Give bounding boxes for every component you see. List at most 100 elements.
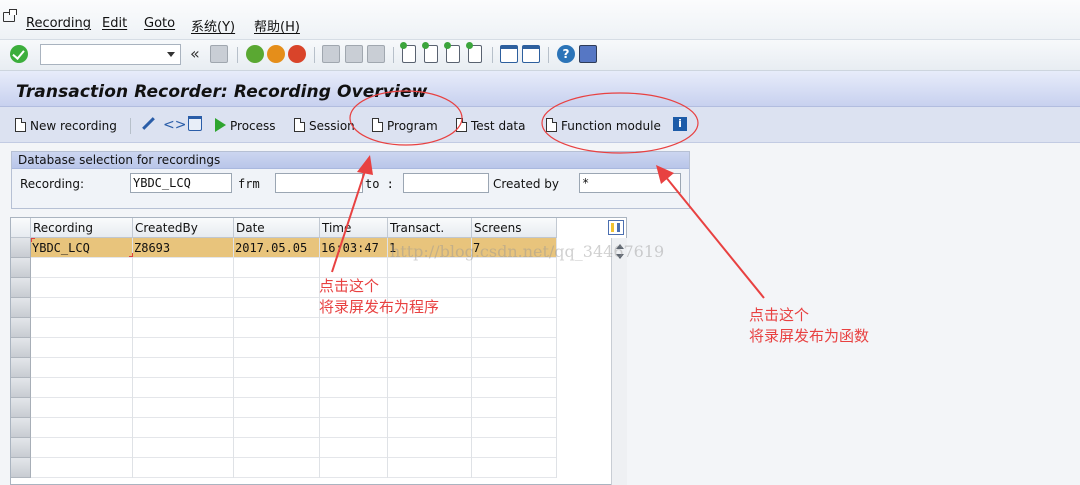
menu-help[interactable]: 帮助(H) [254,16,300,35]
table-cell-time[interactable]: 16:03:47 [320,238,388,258]
table-cell-recording[interactable] [31,278,133,298]
row-selector[interactable] [11,418,31,438]
table-cell-date[interactable]: 2017.05.05 [234,238,320,258]
test-data-button[interactable]: Test data [456,117,525,135]
table-row[interactable] [31,258,557,278]
menu-system[interactable]: 系统(Y) [191,16,235,35]
from-date-input[interactable] [275,173,363,193]
row-selector[interactable] [11,278,31,298]
edit-pencil-icon[interactable] [142,117,155,130]
function-module-button[interactable]: Function module [546,117,661,135]
table-cell-screens[interactable] [472,438,557,458]
table-cell-date[interactable] [234,258,320,278]
column-header-time[interactable]: Time [320,218,388,238]
table-cell-recording[interactable] [31,438,133,458]
next-page-icon[interactable] [444,42,460,63]
table-cell-created-by[interactable] [133,318,234,338]
program-button[interactable]: Program [372,117,438,135]
table-cell-screens[interactable] [472,458,557,478]
table-cell-time[interactable] [320,438,388,458]
table-cell-time[interactable] [320,258,388,278]
last-page-icon[interactable] [466,42,482,63]
select-all-header[interactable] [11,218,31,238]
table-cell-time[interactable] [320,358,388,378]
vertical-scrollbar[interactable] [611,238,627,485]
table-cell-date[interactable] [234,398,320,418]
previous-page-icon[interactable] [422,42,438,63]
table-cell-created-by[interactable] [133,338,234,358]
created-by-input[interactable]: * [579,173,681,193]
table-cell-created-by[interactable] [133,278,234,298]
table-cell-created-by[interactable] [133,438,234,458]
recording-input[interactable]: YBDC_LCQ [130,173,232,193]
find-icon[interactable] [345,45,363,63]
session-button[interactable]: Session [294,117,355,135]
table-cell-screens[interactable] [472,398,557,418]
column-header-date[interactable]: Date [234,218,320,238]
table-cell-created-by[interactable] [133,358,234,378]
row-selector[interactable] [11,458,31,478]
table-cell-date[interactable] [234,358,320,378]
table-cell-transactions[interactable] [388,418,472,438]
new-recording-button[interactable]: New recording [15,117,117,135]
table-cell-created-by[interactable] [133,258,234,278]
row-selector[interactable] [11,318,31,338]
row-selector[interactable] [11,298,31,318]
table-cell-transactions[interactable] [388,458,472,478]
display-glasses-icon[interactable]: <> [163,118,186,132]
row-selector[interactable] [11,378,31,398]
table-cell-recording[interactable] [31,338,133,358]
find-next-icon[interactable] [367,45,385,63]
table-cell-recording[interactable] [31,318,133,338]
table-row[interactable] [31,318,557,338]
table-cell-date[interactable] [234,318,320,338]
table-row[interactable] [31,458,557,478]
exit-icon[interactable] [267,45,285,63]
table-cell-transactions[interactable] [388,338,472,358]
row-selector[interactable] [11,238,31,258]
table-cell-transactions[interactable] [388,398,472,418]
process-button[interactable]: Process [215,117,276,135]
table-cell-date[interactable] [234,298,320,318]
help-icon[interactable]: ? [557,45,575,63]
table-cell-created-by[interactable] [133,378,234,398]
column-header-createdby[interactable]: CreatedBy [133,218,234,238]
table-cell-date[interactable] [234,338,320,358]
table-cell-time[interactable] [320,338,388,358]
table-cell-recording[interactable] [31,398,133,418]
row-selector[interactable] [11,398,31,418]
table-cell-created-by[interactable]: Z8693 [133,238,234,258]
menu-goto[interactable]: Goto [144,16,175,31]
table-cell-time[interactable] [320,378,388,398]
column-header-transact[interactable]: Transact. [388,218,472,238]
chevron-down-icon[interactable] [167,52,175,57]
table-cell-date[interactable] [234,278,320,298]
menu-recording[interactable]: Recording [26,16,91,31]
table-cell-screens[interactable] [472,338,557,358]
row-selector[interactable] [11,438,31,458]
table-cell-recording[interactable]: YBDC_LCQ [31,238,133,258]
shortcut-icon[interactable] [522,45,540,63]
to-date-input[interactable] [403,173,489,193]
column-header-recording[interactable]: Recording [31,218,133,238]
system-menu-icon[interactable] [3,9,17,22]
table-cell-time[interactable] [320,318,388,338]
table-cell-transactions[interactable] [388,438,472,458]
back-icon[interactable] [246,45,264,63]
table-row[interactable] [31,418,557,438]
table-row[interactable] [31,438,557,458]
table-cell-recording[interactable] [31,298,133,318]
info-icon[interactable]: i [673,117,687,131]
table-row[interactable] [31,338,557,358]
print-icon[interactable] [322,45,340,63]
command-field[interactable] [40,44,181,65]
table-cell-date[interactable] [234,438,320,458]
table-cell-transactions[interactable] [388,378,472,398]
first-page-icon[interactable] [400,42,416,63]
table-cell-screens[interactable] [472,278,557,298]
row-selector[interactable] [11,358,31,378]
table-cell-created-by[interactable] [133,398,234,418]
table-row[interactable] [31,298,557,318]
enter-icon[interactable] [10,45,28,63]
table-cell-recording[interactable] [31,418,133,438]
